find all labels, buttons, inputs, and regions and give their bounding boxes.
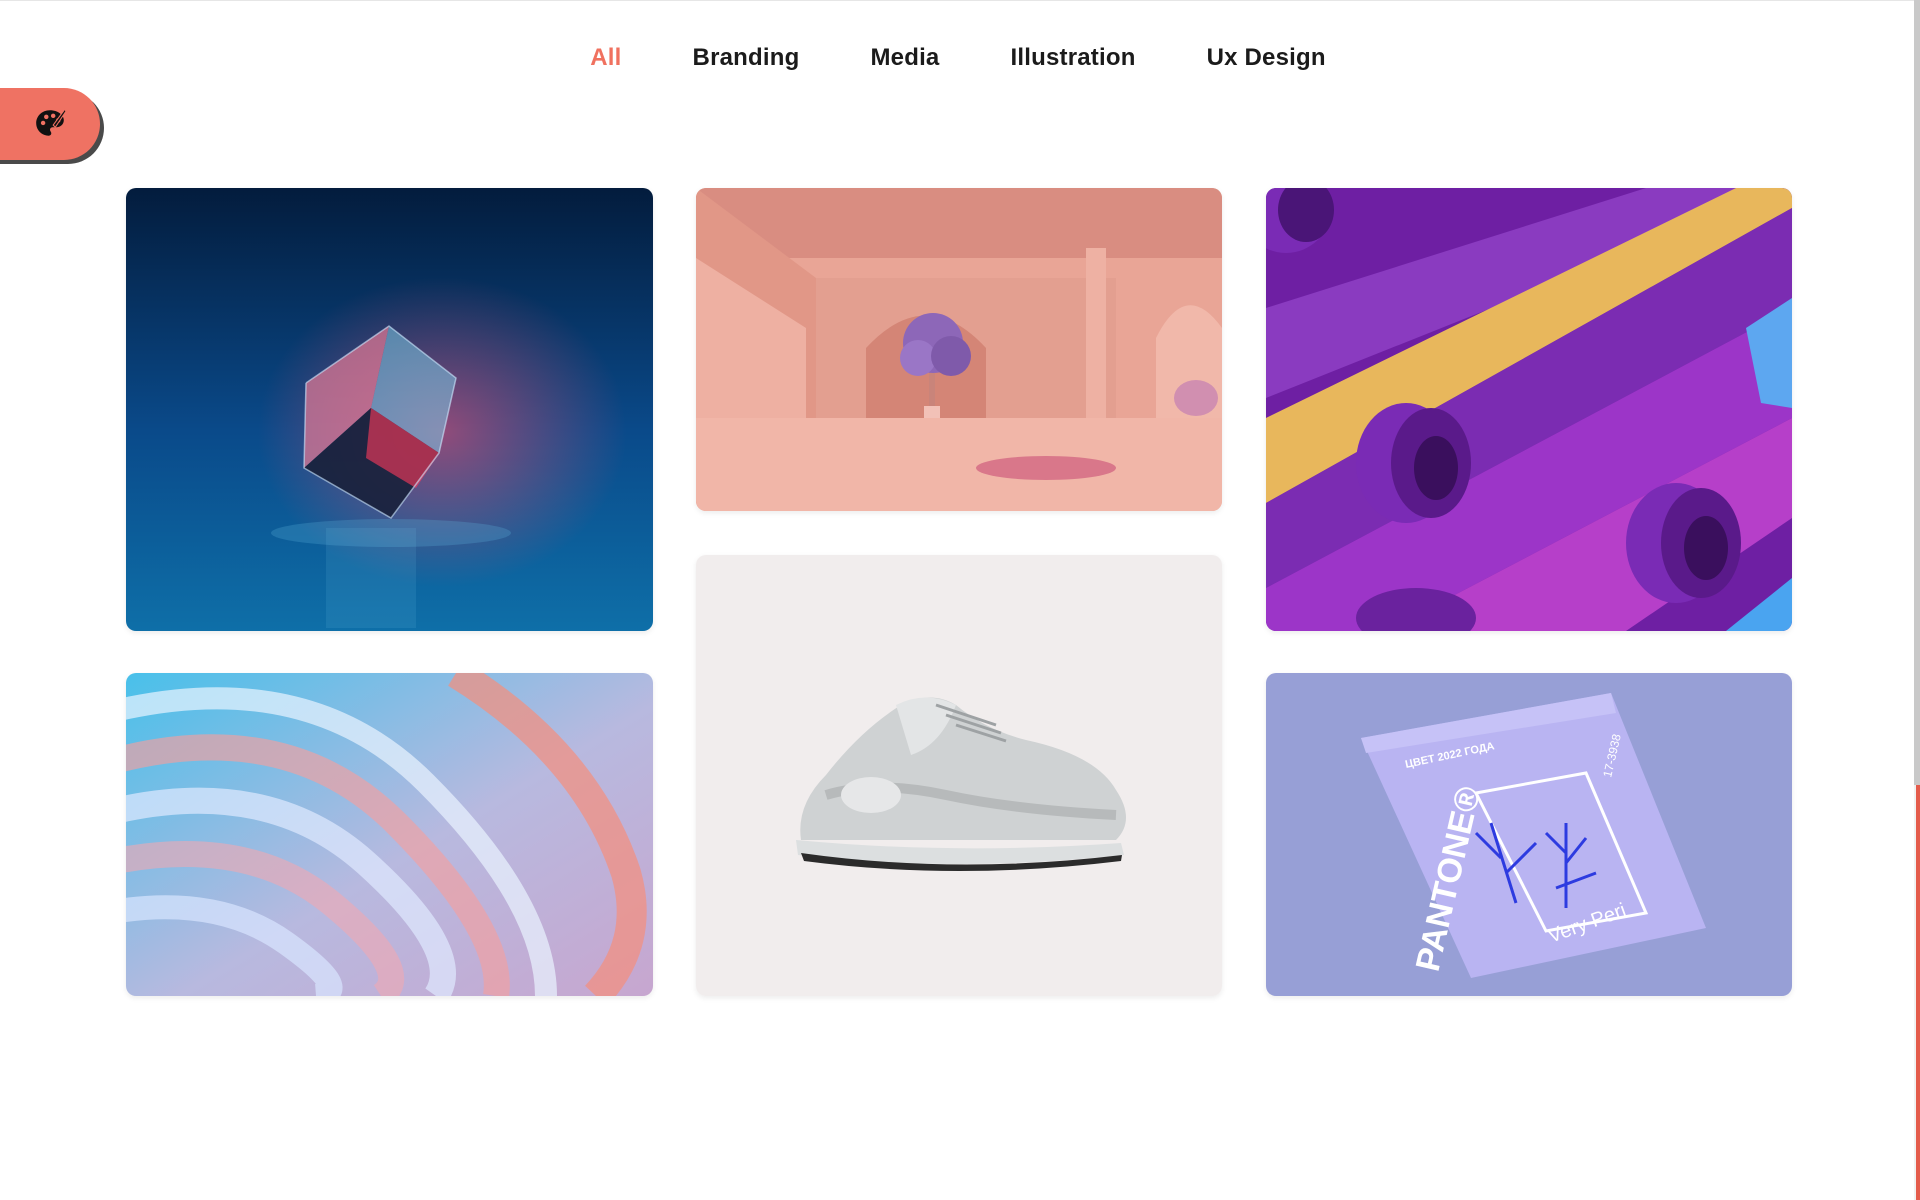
filter-tab-branding[interactable]: Branding bbox=[693, 38, 800, 78]
style-switcher-button[interactable] bbox=[0, 88, 100, 160]
filter-tab-illustration[interactable]: Illustration bbox=[1010, 38, 1135, 78]
filter-tab-all[interactable]: All bbox=[590, 38, 621, 78]
purple-rings-image bbox=[1266, 188, 1792, 631]
crystal-cube-image bbox=[126, 188, 653, 631]
filter-tab-ux-design[interactable]: Ux Design bbox=[1207, 38, 1326, 78]
gallery-item-pink-room[interactable] bbox=[696, 188, 1222, 511]
gallery-item-purple-rings[interactable] bbox=[1266, 188, 1792, 631]
scrollbar-thumb[interactable] bbox=[1914, 0, 1920, 785]
gallery-item-crystal-cube[interactable] bbox=[126, 188, 653, 631]
gallery-item-pastel-waves[interactable] bbox=[126, 673, 653, 996]
grey-sneaker-image bbox=[696, 555, 1222, 996]
portfolio-filter-nav: All Branding Media Illustration Ux Desig… bbox=[0, 38, 1916, 78]
pantone-poster-image: PANTONE® Very Peri 17-3938 ЦВЕТ 2022 ГОД… bbox=[1266, 673, 1792, 996]
palette-icon bbox=[36, 108, 67, 136]
pastel-waves-image bbox=[126, 673, 653, 996]
gallery-item-grey-sneaker[interactable] bbox=[696, 555, 1222, 996]
pink-room-image bbox=[696, 188, 1222, 511]
top-border bbox=[0, 0, 1920, 1]
filter-tab-media[interactable]: Media bbox=[870, 38, 939, 78]
scrollbar-accent-edge bbox=[1916, 785, 1920, 1200]
gallery-item-pantone-poster[interactable]: PANTONE® Very Peri 17-3938 ЦВЕТ 2022 ГОД… bbox=[1266, 673, 1792, 996]
